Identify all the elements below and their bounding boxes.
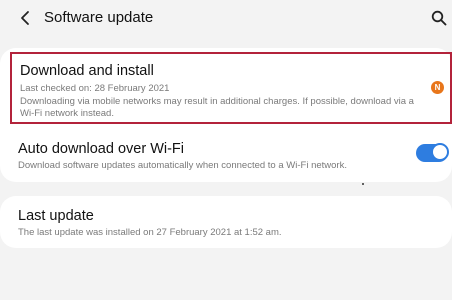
last-checked-text: Last checked on: 28 February 2021 [20,83,170,94]
search-button[interactable] [428,6,450,30]
auto-download-toggle[interactable] [416,143,449,162]
auto-download-title: Auto download over Wi-Fi [18,141,185,157]
download-and-install-item[interactable]: Download and install Last checked on: 28… [10,52,452,124]
page-title: Software update [44,9,154,26]
top-app-bar: Software update [0,0,452,38]
auto-download-wifi-item[interactable]: Auto download over Wi-Fi Download softwa… [0,134,452,178]
search-icon [431,10,447,26]
last-update-description: The last update was installed on 27 Febr… [18,227,282,238]
mobile-network-notice: Downloading via mobile networks may resu… [20,95,414,120]
download-and-install-title: Download and install [20,63,154,79]
update-options-card: Download and install Last checked on: 28… [0,48,452,182]
download-info: Last checked on: 28 February 2021 Downlo… [20,83,420,121]
chevron-left-icon [21,11,29,25]
software-update-screen: Software update Download and install Las… [0,0,452,300]
back-button[interactable] [14,6,36,30]
auto-download-description: Download software updates automatically … [18,160,347,171]
new-badge: N [431,81,444,94]
last-update-card[interactable]: Last update The last update was installe… [0,196,452,248]
last-update-title: Last update [18,208,94,224]
toggle-knob [431,143,449,161]
decorative-dot [362,183,364,185]
